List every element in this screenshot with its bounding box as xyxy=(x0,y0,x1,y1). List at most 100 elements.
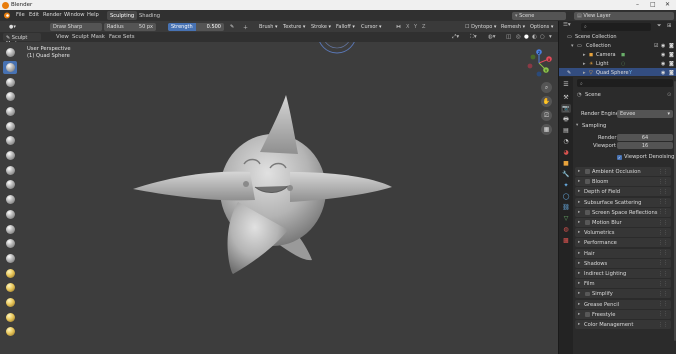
drag-handle-icon[interactable]: ⋮⋮ xyxy=(658,322,668,328)
panel-enable-checkbox[interactable] xyxy=(585,210,590,215)
menu-brush[interactable]: Brush ▾ xyxy=(256,22,281,31)
show-gizmo-icon[interactable]: ⛶▾ xyxy=(470,34,477,41)
render-engine-select[interactable]: Eevee ▾ xyxy=(617,109,673,118)
sculpt-tool-2[interactable] xyxy=(3,60,17,75)
navigation-gizmo[interactable]: X Y Z xyxy=(524,48,554,78)
sculpt-tool-4[interactable] xyxy=(3,90,17,104)
drag-handle-icon[interactable]: ⋮⋮ xyxy=(658,281,668,287)
view-layer-tab-icon[interactable]: ▤ xyxy=(561,126,571,135)
x-axis-icon[interactable]: X xyxy=(406,24,409,30)
outliner-row-collection[interactable]: ▾ ▭ Collection ☑ ◉ ◙ xyxy=(559,41,676,49)
panel-header-shadows[interactable]: ▸ Shadows ⋮⋮ xyxy=(575,258,671,268)
panel-header-simplify[interactable]: ▸ Simplify ⋮⋮ xyxy=(575,289,671,299)
drag-handle-icon[interactable]: ⋮⋮ xyxy=(658,199,668,205)
constraints-tab-icon[interactable]: ⛓ xyxy=(561,203,571,212)
panel-header-freestyle[interactable]: ▸ Freestyle ⋮⋮ xyxy=(575,309,671,319)
panel-header-indirect-lighting[interactable]: ▸ Indirect Lighting ⋮⋮ xyxy=(575,269,671,278)
drag-handle-icon[interactable]: ⋮⋮ xyxy=(658,260,668,266)
menu-file[interactable]: File xyxy=(16,12,25,18)
sampling-render-field[interactable]: 64 xyxy=(617,134,673,141)
scene-selector[interactable]: ▾ Scene xyxy=(512,11,566,20)
panel-header-color-management[interactable]: ▸ Color Management ⋮⋮ xyxy=(575,320,671,329)
remesh-menu[interactable]: Remesh ▾ xyxy=(498,22,529,31)
shading-material-icon[interactable]: ◐ xyxy=(532,34,537,40)
sculpt-tool-14[interactable] xyxy=(3,237,17,251)
minimize-icon[interactable]: – xyxy=(636,1,639,8)
menu-sculpt[interactable]: Sculpt xyxy=(72,34,89,40)
render-camera-icon[interactable]: ◙ xyxy=(669,52,674,58)
data-tab-icon[interactable]: ▽ xyxy=(561,214,571,223)
menu-stroke[interactable]: Stroke ▾ xyxy=(308,22,335,31)
sculpt-tool-16[interactable] xyxy=(3,266,17,280)
outliner-row-camera[interactable]: ▸ ◼ Camera ◼ ◉ ◙ xyxy=(559,50,676,58)
drag-handle-icon[interactable]: ⋮⋮ xyxy=(658,179,668,185)
shading-rendered-icon[interactable]: ○ xyxy=(540,34,545,40)
drag-handle-icon[interactable]: ⋮⋮ xyxy=(658,240,668,246)
modifier-tab-icon[interactable]: 🔧 xyxy=(561,170,571,179)
overlays-icon[interactable]: ◍▾ xyxy=(488,34,496,40)
particles-tab-icon[interactable]: ✦ xyxy=(561,181,571,190)
menu-falloff[interactable]: Falloff ▾ xyxy=(333,22,358,31)
texture-tab-icon[interactable]: ▩ xyxy=(561,236,571,245)
z-axis-icon[interactable]: Z xyxy=(422,24,425,30)
sculpt-tool-18[interactable] xyxy=(3,296,17,310)
quad-sphere-mesh[interactable] xyxy=(120,92,400,292)
outliner-row-light[interactable]: ▸ ☀ Light ◌ ◉ ◙ xyxy=(559,59,676,67)
properties-search-input[interactable]: ⌕ xyxy=(577,79,673,87)
pin-icon[interactable]: ⊙ xyxy=(667,92,671,98)
panel-header-performance[interactable]: ▸ Performance ⋮⋮ xyxy=(575,238,671,248)
drag-handle-icon[interactable]: ⋮⋮ xyxy=(658,220,668,226)
panel-header-subsurface-scattering[interactable]: ▸ Subsurface Scattering ⋮⋮ xyxy=(575,197,671,207)
sampling-viewport-field[interactable]: 16 xyxy=(617,142,673,149)
menu-window[interactable]: Window xyxy=(64,12,84,18)
drag-handle-icon[interactable]: ⋮⋮ xyxy=(658,311,668,317)
sculpt-tool-10[interactable] xyxy=(3,178,17,192)
menu-view[interactable]: View xyxy=(56,34,69,40)
drag-handle-icon[interactable]: ⋮⋮ xyxy=(658,189,668,195)
sculpt-tool-12[interactable] xyxy=(3,208,17,222)
camera-view-icon[interactable]: ⎚ xyxy=(541,110,552,121)
filter-icon[interactable]: ⏷ xyxy=(657,23,661,30)
menu-edit[interactable]: Edit xyxy=(29,12,39,18)
drag-handle-icon[interactable]: ⋮⋮ xyxy=(658,250,668,256)
symmetry-icon[interactable]: ⧓ xyxy=(396,24,401,30)
denoise-checkbox[interactable]: ✓ xyxy=(617,154,622,160)
menu-mask[interactable]: Mask xyxy=(91,34,105,40)
panel-header-motion-blur[interactable]: ▸ Motion Blur ⋮⋮ xyxy=(575,218,671,227)
outliner-type-icon[interactable]: ☰▾ xyxy=(563,22,571,28)
sculpt-tool-13[interactable] xyxy=(3,222,17,236)
pressure-icon[interactable]: ✎ xyxy=(230,24,234,30)
visibility-eye-icon[interactable]: ◉ xyxy=(661,43,665,49)
sculpt-tool-11[interactable] xyxy=(3,193,17,207)
sculpt-tool-1[interactable] xyxy=(3,46,17,60)
drag-handle-icon[interactable]: ⋮⋮ xyxy=(658,209,668,215)
sculpt-tool-17[interactable] xyxy=(3,281,17,295)
sculpt-tool-15[interactable] xyxy=(3,252,17,266)
render-camera-icon[interactable]: ◙ xyxy=(669,61,674,67)
3d-viewport[interactable]: User Perspective (1) Quad Sphere X Y Z ⌕… xyxy=(0,42,558,354)
mode-selector[interactable]: ✎ Sculpt Mode xyxy=(3,33,41,47)
pan-hand-icon[interactable]: ✋ xyxy=(541,96,552,107)
scene-tab-icon[interactable]: ◔ xyxy=(561,137,571,146)
visibility-eye-icon[interactable]: ◉ xyxy=(661,61,665,67)
edit-mode-icon[interactable]: ✎ xyxy=(567,70,571,76)
sculpt-tool-9[interactable] xyxy=(3,164,17,178)
panel-header-screen-space-reflections[interactable]: ▸ Screen Space Reflections ⋮⋮ xyxy=(575,207,671,217)
sculpt-tool-3[interactable] xyxy=(3,75,17,89)
panel-header-grease-pencil[interactable]: ▸ Grease Pencil ⋮⋮ xyxy=(575,299,671,309)
object-tab-icon[interactable]: ■ xyxy=(561,159,571,168)
view-object-types-icon[interactable]: ⤢▾ xyxy=(452,34,459,41)
expand-icon[interactable]: ▸ xyxy=(583,61,586,67)
dyntopo-menu[interactable]: ☐ Dyntopo ▾ xyxy=(462,22,500,31)
panel-enable-checkbox[interactable] xyxy=(585,312,590,317)
brush-selector[interactable]: Draw Sharp xyxy=(50,22,102,31)
panel-header-hair[interactable]: ▸ Hair ⋮⋮ xyxy=(575,248,671,258)
menu-cursor[interactable]: Cursor ▾ xyxy=(358,22,385,31)
properties-type-icon[interactable]: ☰ xyxy=(561,80,571,89)
perspective-toggle-icon[interactable]: ▦ xyxy=(541,124,552,135)
outliner-search-input[interactable]: ⌕ xyxy=(581,22,651,31)
shading-options-icon[interactable]: ▾ xyxy=(549,34,552,40)
world-tab-icon[interactable]: ◕ xyxy=(561,148,571,157)
sculpt-tool-7[interactable] xyxy=(3,134,17,148)
drag-handle-icon[interactable]: ⋮⋮ xyxy=(658,271,668,277)
